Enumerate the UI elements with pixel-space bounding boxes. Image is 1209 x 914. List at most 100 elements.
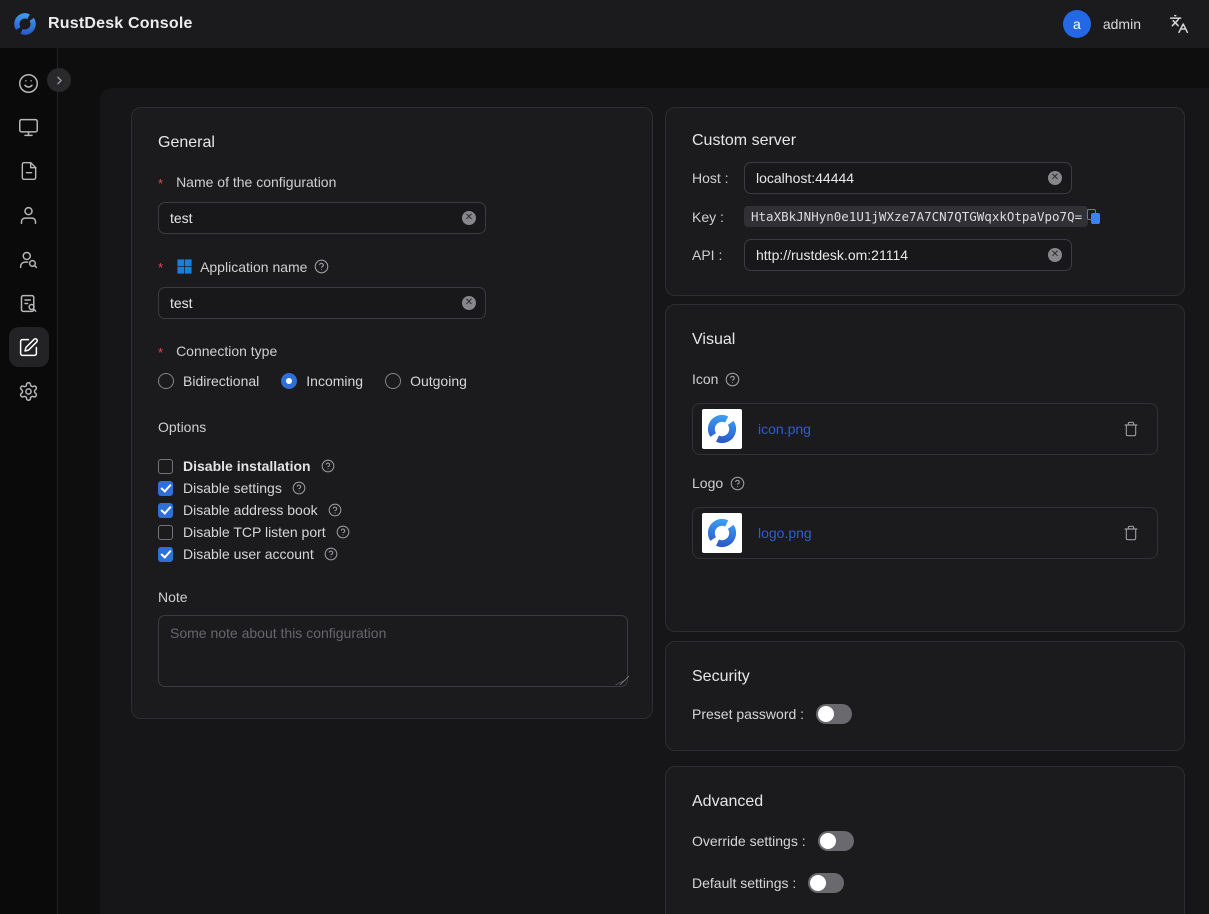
config-name-label: Name of the configuration xyxy=(158,174,626,190)
radio-icon xyxy=(158,373,174,389)
api-value[interactable] xyxy=(745,247,1071,263)
options-label: Options xyxy=(158,419,626,435)
logo-upload-row: logo.png xyxy=(692,507,1158,559)
key-label: Key : xyxy=(692,209,744,225)
host-input[interactable]: ✕ xyxy=(744,162,1072,194)
checkbox-icon xyxy=(158,459,173,474)
icon-label: Icon xyxy=(692,371,1158,387)
sidebar-item-settings[interactable] xyxy=(9,371,49,411)
gear-icon xyxy=(18,381,39,402)
icon-thumbnail xyxy=(702,409,742,449)
default-settings-label: Default settings : xyxy=(692,875,796,891)
connection-type-group: Bidirectional Incoming Outgoing xyxy=(158,373,626,389)
preset-password-toggle[interactable] xyxy=(816,704,852,724)
clear-icon[interactable]: ✕ xyxy=(462,211,476,225)
advanced-title: Advanced xyxy=(692,793,1158,811)
override-settings-row: Override settings : xyxy=(692,831,1158,851)
advanced-card: Advanced Override settings : Default set… xyxy=(665,766,1185,914)
file-search-icon xyxy=(18,293,39,314)
sidebar-item-users[interactable] xyxy=(9,195,49,235)
general-title: General xyxy=(158,134,626,152)
note-label: Note xyxy=(158,589,626,605)
radio-icon xyxy=(281,373,297,389)
checkbox-disable-user-account[interactable]: Disable user account xyxy=(158,543,626,565)
help-icon[interactable] xyxy=(725,372,740,387)
host-label: Host : xyxy=(692,170,744,186)
key-chip: HtaXBkJNHyn0e1U1jWXze7A7CN7QTGWqxkOtpaVp… xyxy=(744,206,1088,227)
radio-incoming[interactable]: Incoming xyxy=(281,373,363,389)
copy-icon[interactable] xyxy=(1087,209,1100,224)
security-title: Security xyxy=(692,668,1158,686)
preset-password-row: Preset password : xyxy=(692,704,1158,724)
checkbox-disable-installation[interactable]: Disable installation xyxy=(158,455,626,477)
trash-icon[interactable] xyxy=(1123,421,1139,437)
help-icon[interactable] xyxy=(292,481,306,495)
application-name-label: Application name xyxy=(158,258,626,275)
checkbox-icon xyxy=(158,481,173,496)
app-title: RustDesk Console xyxy=(48,15,193,33)
checkbox-icon xyxy=(158,503,173,518)
host-value[interactable] xyxy=(745,170,1071,186)
api-input[interactable]: ✕ xyxy=(744,239,1072,271)
logo-thumbnail xyxy=(702,513,742,553)
checkbox-icon xyxy=(158,547,173,562)
help-icon[interactable] xyxy=(328,503,342,517)
security-card: Security Preset password : xyxy=(665,641,1185,751)
checkbox-disable-tcp-listen-port[interactable]: Disable TCP listen port xyxy=(158,521,626,543)
default-settings-row: Default settings : xyxy=(692,873,1158,893)
language-icon[interactable] xyxy=(1169,14,1189,34)
brand: RustDesk Console xyxy=(12,11,193,37)
sidebar-expand-button[interactable] xyxy=(47,68,71,92)
rustdesk-logo-icon xyxy=(12,11,38,37)
help-icon[interactable] xyxy=(336,525,350,539)
clear-icon[interactable]: ✕ xyxy=(462,296,476,310)
override-settings-label: Override settings : xyxy=(692,833,806,849)
application-name-value[interactable] xyxy=(159,295,485,311)
sidebar-item-devices[interactable] xyxy=(9,107,49,147)
sidebar-item-dashboard[interactable] xyxy=(9,63,49,103)
config-name-input[interactable]: ✕ xyxy=(158,202,486,234)
icon-file-link[interactable]: icon.png xyxy=(758,421,811,437)
smile-icon xyxy=(18,73,39,94)
clear-icon[interactable]: ✕ xyxy=(1048,248,1062,262)
radio-icon xyxy=(385,373,401,389)
user-avatar[interactable]: a xyxy=(1063,10,1091,38)
help-icon[interactable] xyxy=(730,476,745,491)
checkbox-disable-address-book[interactable]: Disable address book xyxy=(158,499,626,521)
override-settings-toggle[interactable] xyxy=(818,831,854,851)
application-name-input[interactable]: ✕ xyxy=(158,287,486,319)
visual-title: Visual xyxy=(692,331,1158,349)
logo-file-link[interactable]: logo.png xyxy=(758,525,812,541)
icon-upload-row: icon.png xyxy=(692,403,1158,455)
help-icon[interactable] xyxy=(324,547,338,561)
trash-icon[interactable] xyxy=(1123,525,1139,541)
custom-server-card: Custom server Host : ✕ Key : HtaXBkJNHyn… xyxy=(665,107,1185,296)
help-icon[interactable] xyxy=(321,459,335,473)
sidebar xyxy=(0,48,58,914)
content-panel: General Name of the configuration ✕ xyxy=(100,88,1209,914)
note-textarea[interactable] xyxy=(158,615,628,687)
checkbox-disable-settings[interactable]: Disable settings xyxy=(158,477,626,499)
edit-icon xyxy=(18,337,39,358)
sidebar-item-groups[interactable] xyxy=(9,239,49,279)
radio-outgoing[interactable]: Outgoing xyxy=(385,373,467,389)
clear-icon[interactable]: ✕ xyxy=(1048,171,1062,185)
key-value: HtaXBkJNHyn0e1U1jWXze7A7CN7QTGWqxkOtpaVp… xyxy=(751,209,1082,224)
visual-card: Visual Icon icon.png xyxy=(665,304,1185,632)
checkbox-icon xyxy=(158,525,173,540)
sidebar-item-audit-logs[interactable] xyxy=(9,283,49,323)
preset-password-label: Preset password : xyxy=(692,706,804,722)
default-settings-toggle[interactable] xyxy=(808,873,844,893)
top-bar: RustDesk Console a admin xyxy=(0,0,1209,48)
monitor-icon xyxy=(18,117,39,138)
sidebar-item-documents[interactable] xyxy=(9,151,49,191)
help-icon[interactable] xyxy=(314,259,329,274)
sidebar-item-client-configurations[interactable] xyxy=(9,327,49,367)
user-icon xyxy=(18,205,39,226)
windows-logo-icon xyxy=(176,258,193,275)
config-name-value[interactable] xyxy=(159,210,485,226)
connection-type-label: Connection type xyxy=(158,343,626,359)
radio-bidirectional[interactable]: Bidirectional xyxy=(158,373,259,389)
username[interactable]: admin xyxy=(1103,16,1141,32)
logo-label: Logo xyxy=(692,475,1158,491)
